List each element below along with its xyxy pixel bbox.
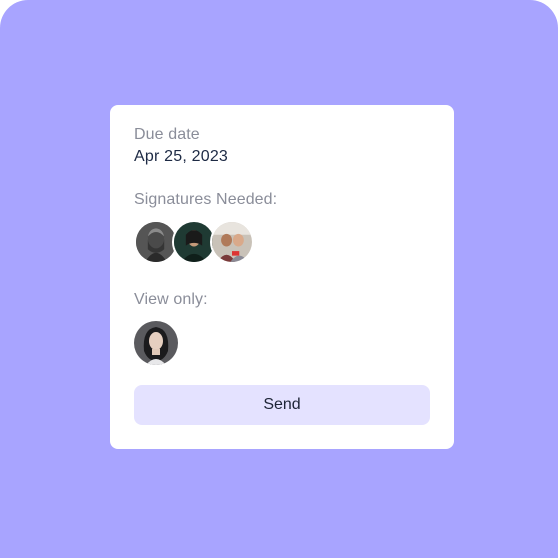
view-only-label: View only: <box>134 291 208 308</box>
send-button[interactable]: Send <box>134 385 430 425</box>
due-date-value: Apr 25, 2023 <box>134 148 229 165</box>
avatar[interactable] <box>134 321 178 365</box>
viewer-avatars <box>134 321 178 365</box>
avatar-photo-man-beard <box>136 222 176 262</box>
avatar-photo-woman-dark <box>174 222 214 262</box>
signatures-needed-label: Signatures Needed: <box>134 191 278 208</box>
avatar[interactable] <box>210 220 254 264</box>
signer-avatars <box>134 220 254 264</box>
document-card: Due date Apr 25, 2023 Signatures Needed: <box>110 105 454 449</box>
due-date-label: Due date <box>134 126 200 143</box>
avatar-photo-woman-curly <box>134 321 178 365</box>
avatar-photo-group <box>212 222 252 262</box>
